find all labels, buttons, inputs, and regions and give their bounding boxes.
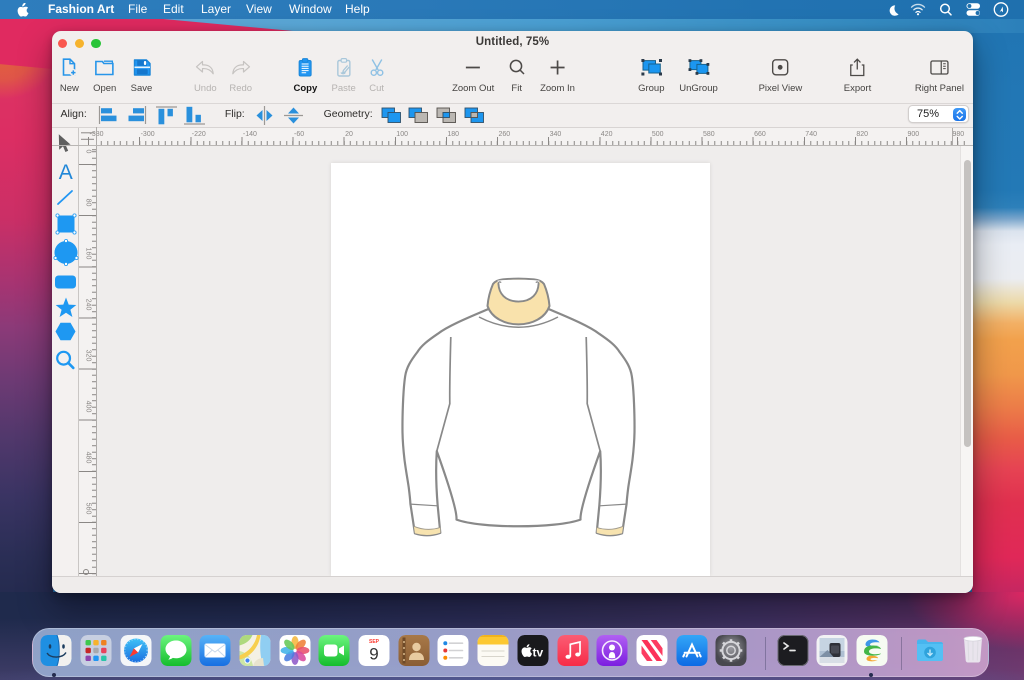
svg-text:9: 9 bbox=[369, 645, 378, 664]
svg-text:tv: tv bbox=[532, 646, 543, 660]
